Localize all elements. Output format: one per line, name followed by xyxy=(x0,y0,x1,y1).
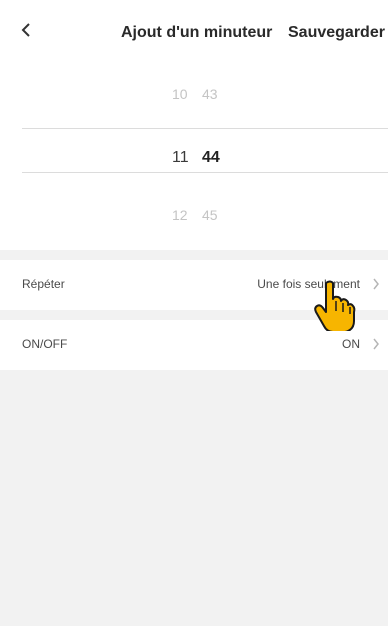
picker-minute: 45 xyxy=(202,207,218,223)
chevron-right-icon xyxy=(370,337,382,351)
onoff-label: ON/OFF xyxy=(22,337,68,351)
time-picker[interactable]: 10 43 11 44 12 45 xyxy=(0,62,388,250)
picker-hour: 10 xyxy=(172,86,188,102)
hand-pointer-icon xyxy=(314,280,356,331)
onoff-value: ON xyxy=(342,337,360,351)
picker-row-next[interactable]: 12 45 xyxy=(0,207,388,231)
picker-selection-bottom-line xyxy=(22,172,388,173)
repeat-label: Répéter xyxy=(22,277,65,291)
app-header: Ajout d'un minuteur Sauvegarder xyxy=(0,0,388,62)
picker-hour: 11 xyxy=(172,149,189,166)
picker-minute: 43 xyxy=(202,86,218,102)
page-title: Ajout d'un minuteur xyxy=(121,24,273,41)
chevron-left-icon xyxy=(21,23,30,37)
picker-row-selected[interactable]: 11 44 xyxy=(0,149,388,173)
picker-row-prev[interactable]: 10 43 xyxy=(0,86,388,110)
picker-minute: 44 xyxy=(202,149,220,166)
picker-hour: 12 xyxy=(172,207,188,223)
back-button[interactable] xyxy=(14,18,38,42)
save-button[interactable]: Sauvegarder xyxy=(288,24,385,42)
chevron-right-icon xyxy=(370,277,382,291)
picker-selection-top-line xyxy=(22,128,388,129)
